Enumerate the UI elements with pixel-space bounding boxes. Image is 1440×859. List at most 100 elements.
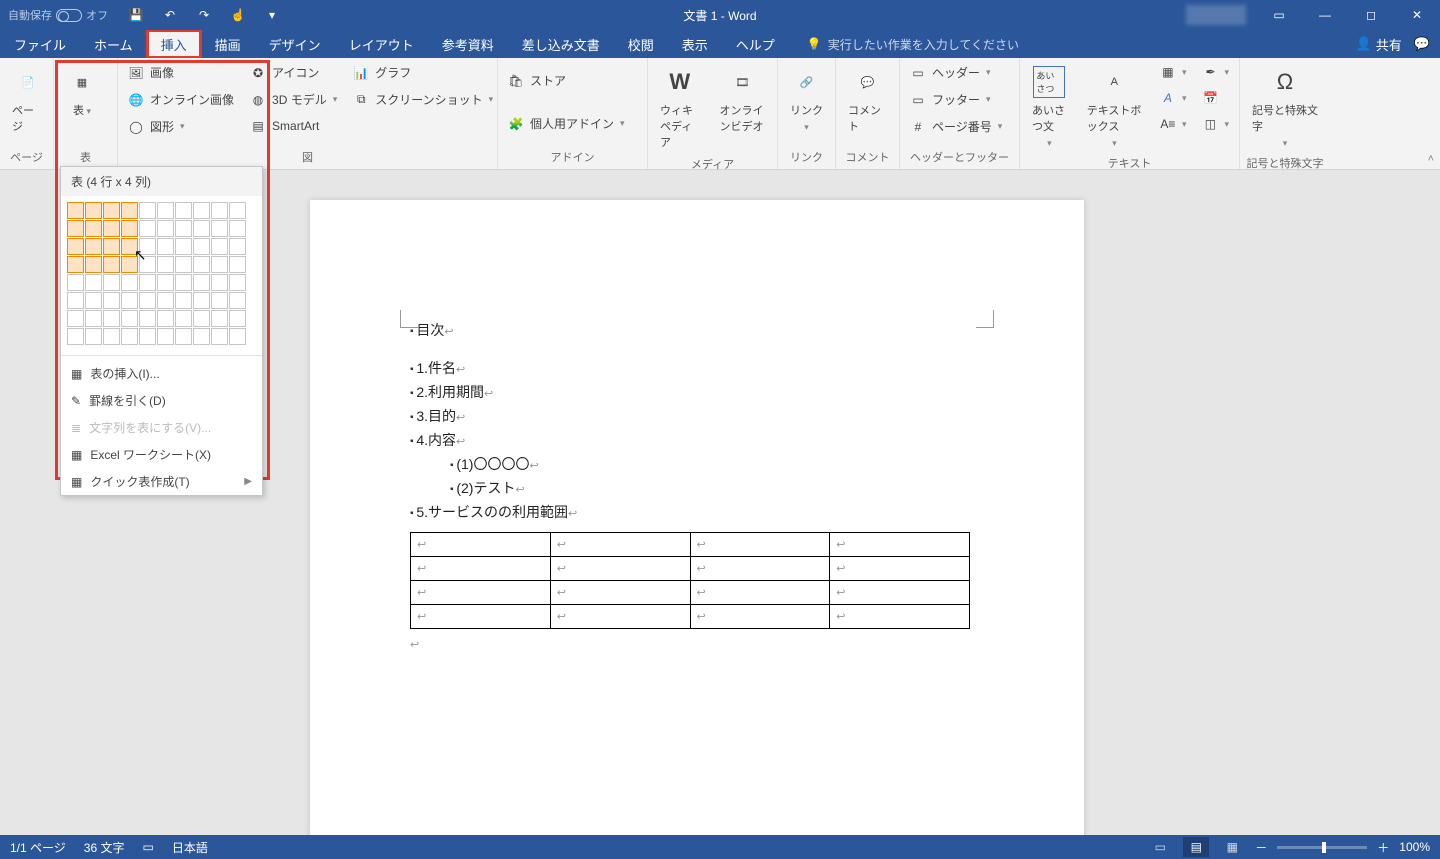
grid-cell[interactable]	[175, 292, 192, 309]
grid-cell[interactable]	[193, 328, 210, 345]
grid-cell[interactable]	[157, 310, 174, 327]
grid-cell[interactable]	[211, 292, 228, 309]
grid-cell[interactable]	[211, 274, 228, 291]
word-count[interactable]: 36 文字	[84, 839, 125, 856]
grid-cell[interactable]	[139, 274, 156, 291]
grid-cell[interactable]	[85, 220, 102, 237]
grid-cell[interactable]	[85, 292, 102, 309]
store-button[interactable]: 🛍ストア	[504, 70, 629, 91]
icons-button[interactable]: ✪アイコン	[246, 62, 341, 83]
maximize-icon[interactable]: ◻	[1348, 0, 1394, 30]
zoom-out-icon[interactable]: －	[1255, 839, 1267, 856]
grid-cell[interactable]	[193, 202, 210, 219]
chart-button[interactable]: 📊グラフ	[349, 62, 497, 83]
grid-cell[interactable]	[139, 220, 156, 237]
zoom-level[interactable]: 100%	[1399, 840, 1430, 854]
grid-cell[interactable]	[121, 202, 138, 219]
grid-cell[interactable]	[157, 274, 174, 291]
grid-cell[interactable]	[157, 256, 174, 273]
grid-cell[interactable]	[121, 238, 138, 255]
grid-cell[interactable]	[229, 310, 246, 327]
grid-cell[interactable]	[139, 238, 156, 255]
grid-cell[interactable]	[103, 238, 120, 255]
grid-cell[interactable]	[193, 274, 210, 291]
grid-cell[interactable]	[121, 328, 138, 345]
object-button[interactable]: ◫	[1198, 114, 1233, 134]
grid-cell[interactable]	[211, 202, 228, 219]
qat-customize-icon[interactable]	[264, 7, 280, 23]
pages-button[interactable]: 📄ページ	[6, 62, 50, 138]
grid-cell[interactable]	[211, 256, 228, 273]
grid-cell[interactable]	[229, 220, 246, 237]
tab-references[interactable]: 参考資料	[428, 30, 508, 58]
grid-cell[interactable]	[175, 310, 192, 327]
smartart-button[interactable]: ▤SmartArt	[246, 116, 341, 136]
online-pictures-button[interactable]: 🌐オンライン画像	[124, 89, 238, 110]
grid-cell[interactable]	[103, 292, 120, 309]
grid-cell[interactable]	[229, 328, 246, 345]
grid-cell[interactable]	[229, 238, 246, 255]
grid-cell[interactable]	[193, 238, 210, 255]
tell-me-search[interactable]: 💡 実行したい作業を入力してください	[807, 30, 1019, 58]
tab-layout[interactable]: レイアウト	[335, 30, 428, 58]
grid-cell[interactable]	[157, 220, 174, 237]
grid-cell[interactable]	[139, 310, 156, 327]
grid-cell[interactable]	[139, 292, 156, 309]
datetime-button[interactable]: 📅	[1198, 88, 1233, 108]
signature-button[interactable]: ✒	[1198, 62, 1233, 82]
account-area[interactable]	[1186, 5, 1246, 25]
grid-cell[interactable]	[175, 328, 192, 345]
online-video-button[interactable]: 🎞オンラインビデオ	[713, 62, 771, 138]
language[interactable]: 日本語	[172, 839, 208, 856]
web-layout-icon[interactable]: ▦	[1219, 837, 1245, 857]
grid-cell[interactable]	[67, 256, 84, 273]
page-number-button[interactable]: #ページ番号	[906, 116, 1006, 137]
quickparts-button[interactable]: ▦	[1156, 62, 1191, 82]
proofing-icon[interactable]: ▭	[142, 840, 153, 854]
my-addins-button[interactable]: 🧩個人用アドイン	[504, 113, 629, 134]
grid-cell[interactable]	[121, 292, 138, 309]
wikipedia-button[interactable]: Wウィキペディア	[654, 62, 705, 154]
grid-cell[interactable]	[103, 220, 120, 237]
comments-pane-icon[interactable]: 💬	[1414, 36, 1430, 52]
grid-cell[interactable]	[157, 238, 174, 255]
tab-design[interactable]: デザイン	[255, 30, 335, 58]
grid-cell[interactable]	[229, 292, 246, 309]
grid-cell[interactable]	[103, 256, 120, 273]
page-content[interactable]: 目次↩ 1.件名↩ 2.利用期間↩ 3.目的↩ 4.内容↩ (1)〇〇〇〇↩ (…	[310, 200, 1084, 651]
table-size-grid[interactable]	[61, 196, 262, 351]
grid-cell[interactable]	[175, 202, 192, 219]
grid-cell[interactable]	[121, 256, 138, 273]
page-count[interactable]: 1/1 ページ	[10, 839, 66, 856]
grid-cell[interactable]	[67, 310, 84, 327]
grid-cell[interactable]	[211, 328, 228, 345]
grid-cell[interactable]	[121, 220, 138, 237]
grid-cell[interactable]	[193, 220, 210, 237]
grid-cell[interactable]	[193, 256, 210, 273]
grid-cell[interactable]	[193, 310, 210, 327]
grid-cell[interactable]	[85, 256, 102, 273]
comment-button[interactable]: 💬コメント	[842, 62, 893, 138]
grid-cell[interactable]	[85, 328, 102, 345]
grid-cell[interactable]	[85, 238, 102, 255]
read-mode-icon[interactable]: ▭	[1147, 837, 1173, 857]
autosave-toggle[interactable]: 自動保存 オフ	[8, 7, 108, 23]
wordart-button[interactable]: A	[1156, 88, 1191, 108]
minimize-icon[interactable]: ―	[1302, 0, 1348, 30]
grid-cell[interactable]	[85, 202, 102, 219]
link-button[interactable]: 🔗リンク	[784, 62, 829, 137]
collapse-ribbon-icon[interactable]: ˄	[1428, 153, 1434, 165]
grid-cell[interactable]	[121, 310, 138, 327]
grid-cell[interactable]	[157, 202, 174, 219]
3dmodels-button[interactable]: ◍3D モデル	[246, 89, 341, 110]
grid-cell[interactable]	[157, 292, 174, 309]
ribbon-options-icon[interactable]: ▭	[1256, 0, 1302, 30]
grid-cell[interactable]	[103, 328, 120, 345]
tab-insert[interactable]: 挿入	[147, 30, 201, 58]
table-button[interactable]: ▦表	[60, 62, 104, 122]
greeting-button[interactable]: あいさつあいさつ文	[1026, 62, 1073, 153]
tab-file[interactable]: ファイル	[0, 30, 80, 58]
undo-icon[interactable]	[162, 7, 178, 23]
document-page[interactable]: 目次↩ 1.件名↩ 2.利用期間↩ 3.目的↩ 4.内容↩ (1)〇〇〇〇↩ (…	[310, 200, 1084, 835]
zoom-in-icon[interactable]: ＋	[1377, 839, 1389, 856]
